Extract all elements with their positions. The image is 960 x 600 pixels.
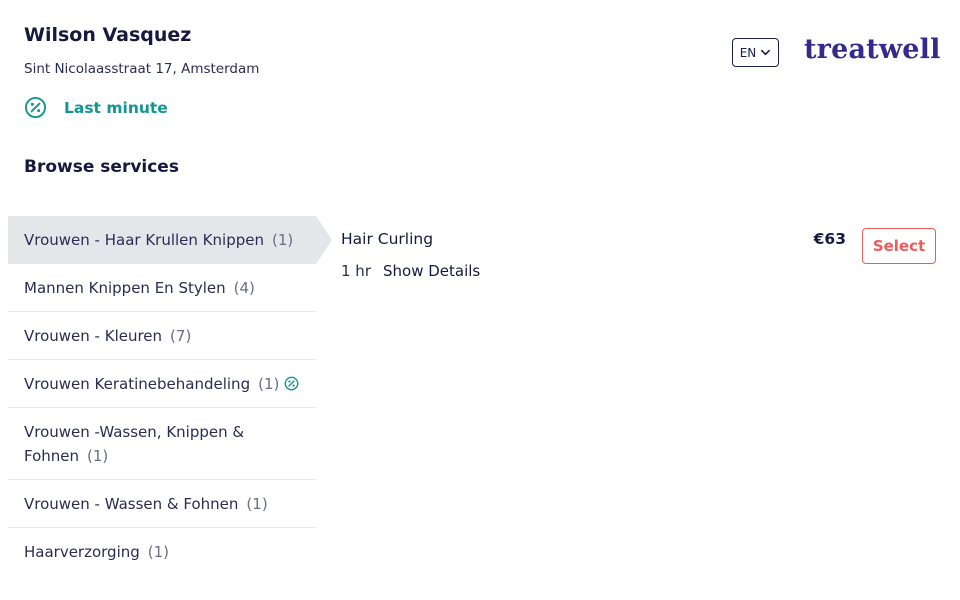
category-count: (7) [170,326,192,345]
category-item-vrouwen-keratinebehandeling[interactable]: Vrouwen Keratinebehandeling (1) [8,360,316,408]
category-item-vrouwen-wassen-fohnen[interactable]: Vrouwen - Wassen & Fohnen (1) [8,480,316,528]
category-item-vrouwen-kleuren[interactable]: Vrouwen - Kleuren (7) [8,312,316,360]
category-item-haarverzorging[interactable]: Haarverzorging (1) [8,528,316,576]
service-duration: 1 hr [341,262,371,280]
venue-page: Wilson Vasquez Sint Nicolaasstraat 17, A… [0,0,960,600]
category-count: (1) [271,230,294,249]
service-meta: 1 hr Show Details [341,262,480,280]
venue-address: Sint Nicolaasstraat 17, Amsterdam [24,61,260,77]
language-select[interactable]: EN [732,38,779,67]
venue-name: Wilson Vasquez [24,24,192,46]
category-label: Mannen Knippen En Stylen [24,278,226,297]
category-item-vrouwen-haar-krullen-knippen[interactable]: Vrouwen - Haar Krullen Knippen (1) [8,216,332,264]
language-code: EN [739,45,757,60]
category-label: Vrouwen Keratinebehandeling [24,374,251,393]
category-count: (1) [246,494,268,513]
category-item-mannen-knippen-en-stylen[interactable]: Mannen Knippen En Stylen (4) [8,264,316,312]
category-count: (1) [87,446,109,465]
category-count: (1) [258,374,280,393]
percent-badge-icon [284,376,299,391]
browse-services-heading: Browse services [24,157,179,177]
select-button[interactable]: Select [862,228,936,264]
category-count: (1) [147,543,170,561]
last-minute-tag: Last minute [24,96,168,119]
category-label: Vrouwen - Wassen & Fohnen [24,494,239,513]
percent-badge-icon [24,96,47,119]
last-minute-label: Last minute [64,98,168,117]
service-name: Hair Curling [341,230,434,248]
category-label: Haarverzorging [24,543,140,561]
category-label: Vrouwen - Kleuren [24,326,163,345]
category-label: Vrouwen - Haar Krullen Knippen [24,230,264,249]
treatwell-logo[interactable]: treatwell [804,34,941,65]
category-label: Vrouwen -Wassen, Knippen & Fohnen [24,422,245,465]
service-price: €63 [813,230,846,248]
chevron-down-icon [760,47,771,58]
category-count: (4) [233,278,255,297]
category-item-vrouwen-wassen-knippen-fohnen[interactable]: Vrouwen -Wassen, Knippen & Fohnen (1) [8,408,316,480]
category-list: Vrouwen - Haar Krullen Knippen (1) Mannen… [8,216,332,576]
show-details-link[interactable]: Show Details [383,262,480,280]
